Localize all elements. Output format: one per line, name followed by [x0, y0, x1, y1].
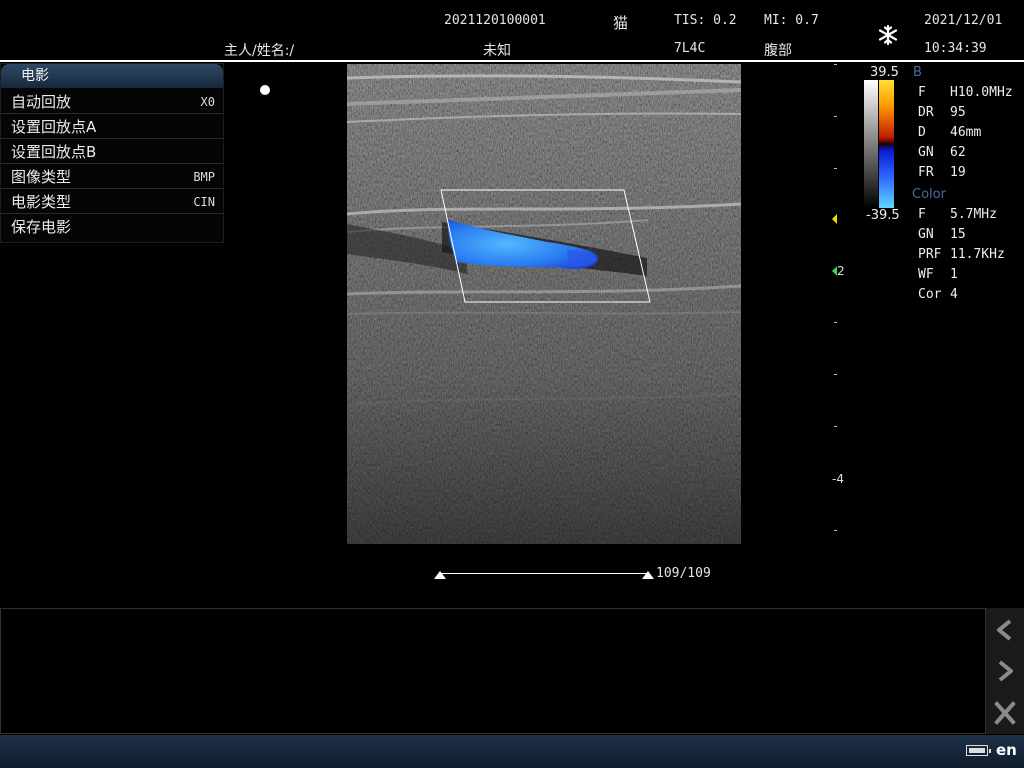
color-mode-title: Color — [912, 187, 946, 202]
cine-start-handle[interactable] — [434, 571, 446, 579]
battery-icon — [966, 745, 991, 756]
chevron-right-icon[interactable] — [986, 651, 1024, 691]
menu-item-label: 设置回放点A — [11, 118, 97, 136]
color-param-gain: GN 15 — [918, 227, 966, 242]
scale-label-2: 2 — [837, 264, 845, 278]
focus-dot — [260, 85, 270, 95]
b-param-gain: GN 62 — [918, 145, 966, 160]
menu-item-label: 自动回放 — [11, 93, 72, 111]
cine-slider[interactable] — [434, 566, 654, 582]
colorbar-max: 39.5 — [870, 65, 899, 80]
menu-item-label: 电影类型 — [11, 193, 72, 211]
menu-item-save-cine[interactable]: 保存电影 — [1, 215, 223, 239]
owner-label: 主人/姓名:/ — [224, 43, 295, 59]
menu-title: 电影 — [1, 64, 223, 88]
mi-value: MI: 0.7 — [764, 13, 819, 28]
color-param-freq: F 5.7MHz — [918, 207, 997, 222]
ultrasound-image[interactable] — [345, 64, 743, 544]
menu-item-value: BMP — [193, 170, 215, 184]
b-param-depth: D 46mm — [918, 125, 982, 140]
menu-item-value: CIN — [193, 195, 215, 209]
nav-strip — [986, 608, 1024, 734]
colorbar-min: -39.5 — [866, 208, 900, 223]
language-indicator[interactable]: en — [996, 741, 1017, 759]
cine-track — [440, 573, 648, 574]
exam-type: 腹部 — [764, 43, 792, 59]
chevron-left-icon[interactable] — [986, 610, 1024, 650]
probe-name: 7L4C — [674, 41, 706, 56]
menu-item-label: 设置回放点B — [11, 143, 97, 161]
depth-scale: 2 -4 — [832, 60, 852, 540]
cine-end-handle[interactable] — [642, 571, 654, 579]
menu-item-image-type[interactable]: 图像类型 BMP — [1, 165, 223, 189]
menu-item-label: 保存电影 — [11, 218, 72, 236]
menu-item-auto-replay[interactable]: 自动回放 X0 — [1, 90, 223, 114]
b-param-fr: FR 19 — [918, 165, 966, 180]
b-param-dr: DR 95 — [918, 105, 966, 120]
close-icon[interactable] — [986, 693, 1024, 733]
cine-menu: 电影 自动回放 X0 设置回放点A 设置回放点B 图像类型 BMP 电影类型 C… — [0, 63, 224, 243]
menu-item-value: X0 — [200, 95, 215, 109]
status-bar: en — [0, 735, 1024, 768]
patient-name: 未知 — [483, 43, 511, 59]
color-param-prf: PRF 11.7KHz — [918, 247, 1005, 262]
b-mode-title: B — [913, 65, 922, 80]
menu-item-set-point-b[interactable]: 设置回放点B — [1, 140, 223, 164]
cine-frame-counter: 109/109 — [656, 566, 711, 581]
exam-date: 2021/12/01 — [924, 13, 1003, 28]
menu-item-label: 图像类型 — [11, 168, 72, 186]
tis-value: TIS: 0.2 — [674, 13, 737, 28]
bottom-panel — [0, 608, 986, 734]
snowflake-icon[interactable] — [877, 24, 899, 46]
color-param-cor: Cor 4 — [918, 287, 958, 302]
menu-item-set-point-a[interactable]: 设置回放点A — [1, 115, 223, 139]
species: 猫 — [613, 14, 629, 32]
exam-time: 10:34:39 — [924, 41, 987, 56]
focus-marker — [832, 214, 837, 224]
color-param-wf: WF 1 — [918, 267, 958, 282]
menu-item-cine-type[interactable]: 电影类型 CIN — [1, 190, 223, 214]
colorbar — [864, 80, 894, 208]
scale-label-4: -4 — [832, 472, 844, 486]
b-param-freq: F H10.0MHz — [918, 85, 1013, 100]
header-divider — [0, 60, 1024, 62]
patient-id: 2021120100001 — [444, 13, 546, 28]
